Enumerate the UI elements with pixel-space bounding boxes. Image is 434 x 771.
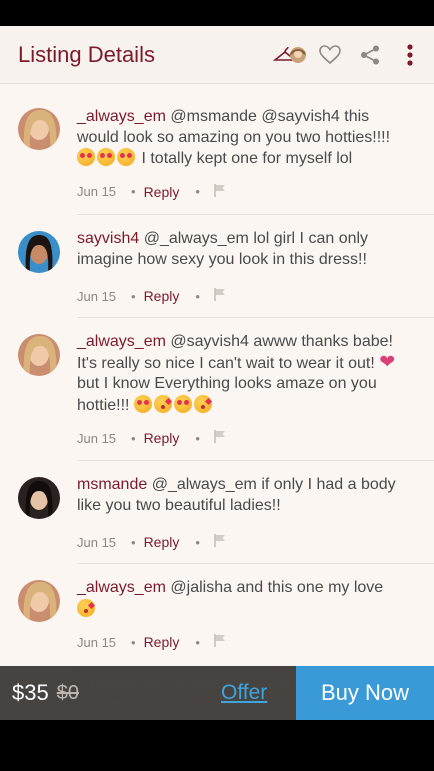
- comment-username[interactable]: _always_em: [77, 108, 166, 125]
- reply-button[interactable]: Reply: [144, 430, 180, 446]
- reply-button[interactable]: Reply: [144, 288, 180, 304]
- separator-dot: •: [131, 184, 136, 199]
- comment-text: _always_em @msmande @sayvish4 this would…: [77, 107, 434, 170]
- heart-eyes-emoji-icon: [133, 394, 152, 413]
- separator-dot: •: [131, 430, 136, 446]
- comment-date: Jun 15: [77, 430, 117, 446]
- comment-meta: Jun 15 • Reply •: [77, 534, 434, 550]
- comment-text: msmande @_always_em if only I had a body…: [77, 475, 434, 516]
- reply-button[interactable]: Reply: [144, 184, 180, 200]
- comment-username[interactable]: _always_em: [77, 333, 166, 350]
- avatar[interactable]: [18, 580, 60, 622]
- original-price: $0: [56, 681, 79, 704]
- kiss-emoji-icon: [77, 598, 95, 617]
- comment-item: sayvish4 @_always_em lol girl I can only…: [18, 215, 434, 318]
- comment-body: @jalisha and this one my love: [170, 579, 384, 596]
- price-area: $35 $0 Offer: [0, 666, 296, 720]
- flag-icon[interactable]: [214, 183, 226, 200]
- separator-dot: •: [131, 534, 136, 550]
- avatar[interactable]: [18, 108, 60, 150]
- comment-meta: Jun 15 • Reply •: [77, 430, 434, 446]
- kiss-emoji-icon: [193, 394, 212, 413]
- comment-item: _always_em @jalisha and this one my love…: [18, 564, 434, 667]
- separator-dot: •: [195, 430, 200, 446]
- separator-dot: •: [195, 288, 200, 304]
- separator-dot: •: [195, 184, 200, 199]
- offer-button[interactable]: Offer: [221, 681, 267, 705]
- closet-icon[interactable]: [270, 35, 310, 75]
- avatar[interactable]: [18, 334, 60, 376]
- reply-button[interactable]: Reply: [144, 534, 180, 550]
- comment-username[interactable]: msmande: [77, 476, 147, 493]
- comment-item: _always_em @msmande @sayvish4 this would…: [18, 92, 434, 215]
- comment-body-continued: I totally kept one for myself lol: [141, 150, 353, 167]
- more-icon[interactable]: [390, 35, 430, 75]
- comment-text: _always_em @jalisha and this one my love: [77, 578, 434, 620]
- separator-dot: •: [195, 634, 200, 650]
- page-title: Listing Details: [18, 41, 155, 67]
- comment-item: msmande @_always_em if only I had a body…: [18, 461, 434, 564]
- app-screen: Listing Details _always_em @msmande @say…: [0, 26, 434, 720]
- heart-eyes-emoji-icon: [173, 394, 192, 413]
- separator-dot: •: [131, 288, 136, 304]
- heart-icon[interactable]: [310, 35, 350, 75]
- comment-username[interactable]: sayvish4: [77, 230, 139, 247]
- share-icon[interactable]: [350, 35, 390, 75]
- comment-username[interactable]: _always_em: [77, 579, 166, 596]
- avatar[interactable]: [18, 477, 60, 519]
- comment-list: _always_em @msmande @sayvish4 this would…: [0, 92, 434, 667]
- comment-text: _always_em @sayvish4 awww thanks babe! I…: [77, 332, 434, 416]
- heart-emoji-icon: ❤: [379, 351, 396, 373]
- heart-eyes-emoji-icon: [77, 148, 95, 166]
- comment-meta: Jun 15 • Reply •: [77, 288, 434, 304]
- reply-button[interactable]: Reply: [144, 634, 180, 650]
- comment-body-continued: but I know Everything looks amaze on you…: [77, 375, 377, 414]
- comment-date: Jun 15: [77, 534, 117, 550]
- flag-icon[interactable]: [214, 430, 226, 446]
- comment-date: Jun 15: [77, 634, 117, 650]
- comment-text: sayvish4 @_always_em lol girl I can only…: [77, 229, 434, 270]
- comment-meta: Jun 15 • Reply •: [77, 634, 434, 650]
- top-app-bar: Listing Details: [0, 26, 434, 84]
- flag-icon[interactable]: [214, 534, 226, 550]
- comment-item: _always_em @sayvish4 awww thanks babe! I…: [18, 318, 434, 461]
- comment-meta: Jun 15 • Reply •: [77, 183, 434, 200]
- separator-dot: •: [195, 534, 200, 550]
- comment-date: Jun 15: [77, 184, 117, 199]
- separator-dot: •: [131, 634, 136, 650]
- flag-icon[interactable]: [214, 288, 226, 304]
- heart-eyes-emoji-icon: [97, 148, 115, 166]
- buy-now-button[interactable]: Buy Now: [296, 666, 434, 720]
- comment-date: Jun 15: [77, 288, 117, 304]
- flag-icon[interactable]: [214, 634, 226, 650]
- kiss-emoji-icon: [153, 394, 172, 413]
- avatar[interactable]: [18, 231, 60, 273]
- price: $35: [12, 680, 49, 705]
- heart-eyes-emoji-icon: [117, 148, 135, 166]
- purchase-bar: $35 $0 Offer Buy Now: [0, 666, 434, 720]
